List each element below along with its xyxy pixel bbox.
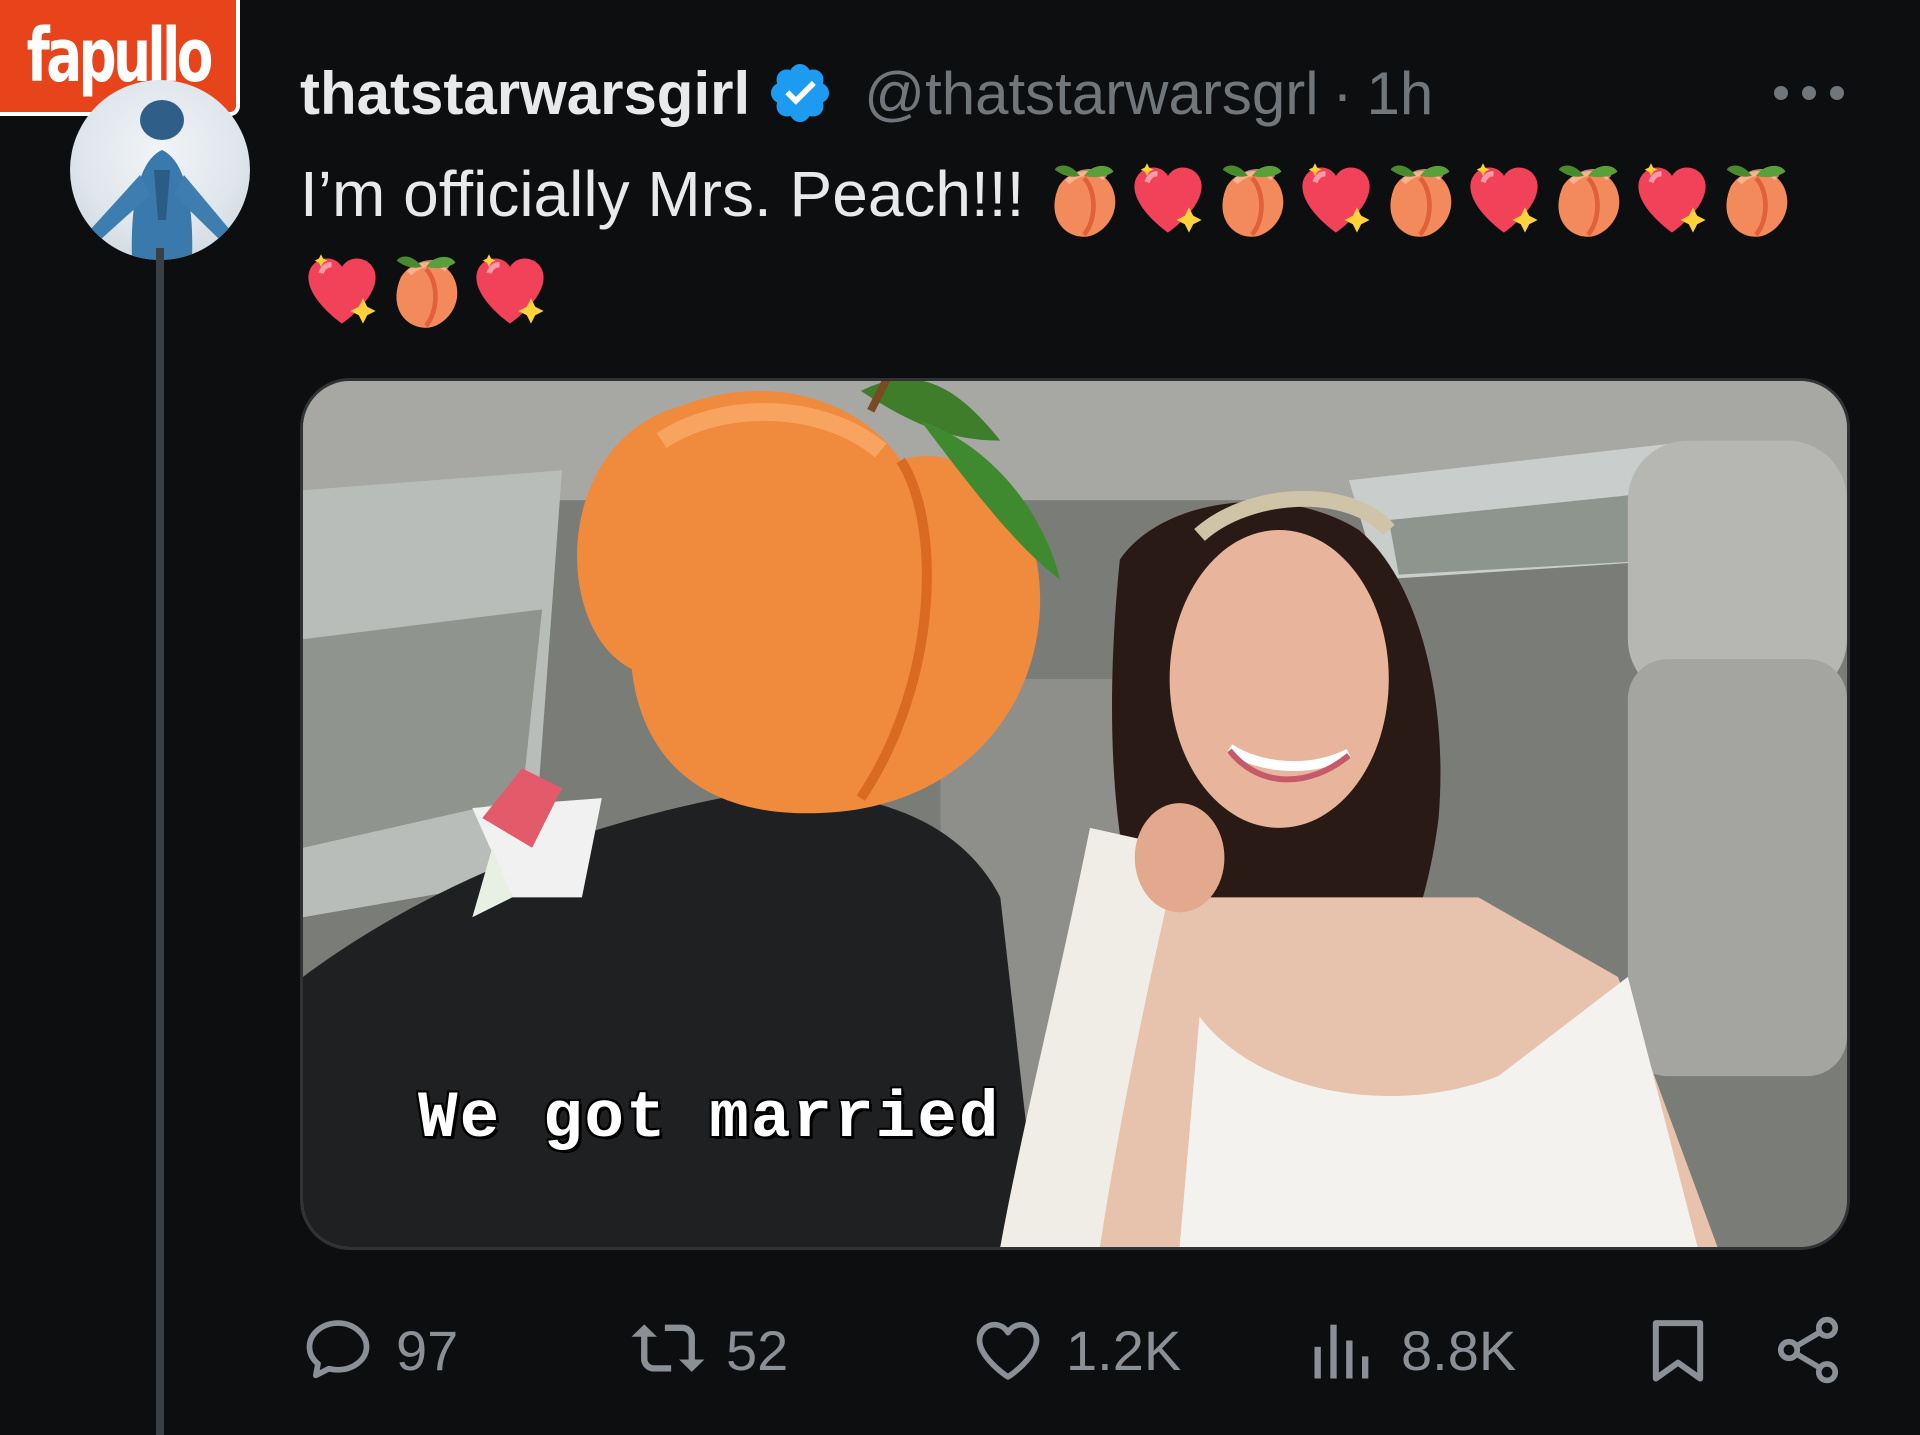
bookmark-icon xyxy=(1652,1320,1704,1382)
views-button[interactable]: 8.8K xyxy=(1305,1310,1516,1390)
sparkling-heart-emoji-icon xyxy=(1294,157,1378,241)
post-media-image[interactable]: We got married xyxy=(300,378,1850,1250)
reply-count: 97 xyxy=(396,1318,459,1382)
sparkling-heart-emoji-icon xyxy=(1126,157,1210,241)
views-count: 8.8K xyxy=(1401,1318,1517,1382)
peach-emoji-icon xyxy=(1546,157,1630,241)
post-text: I’m officially Mrs. Peach!!! xyxy=(300,150,1820,332)
peach-emoji-icon xyxy=(1378,157,1462,241)
peach-emoji-icon xyxy=(1210,157,1294,241)
sparkling-heart-emoji-icon xyxy=(300,248,384,332)
verified-badge-icon[interactable] xyxy=(766,59,834,127)
reply-button[interactable]: 97 xyxy=(300,1310,458,1390)
share-button[interactable] xyxy=(1770,1310,1846,1390)
sparkling-heart-emoji-icon xyxy=(1630,157,1714,241)
share-icon xyxy=(1777,1316,1839,1384)
user-handle[interactable]: @thatstarwarsgrl xyxy=(864,59,1318,128)
avatar[interactable] xyxy=(70,80,250,260)
views-chart-icon xyxy=(1314,1324,1369,1379)
sparkling-heart-emoji-icon xyxy=(1462,157,1546,241)
thread-line xyxy=(156,248,164,1435)
action-bar: 97 52 1.2K 8.8K xyxy=(300,1310,1850,1390)
sparkling-heart-emoji-icon xyxy=(468,248,552,332)
peach-emoji-icon xyxy=(1714,157,1798,241)
post-text-content: I’m officially Mrs. Peach!!! xyxy=(300,158,1025,230)
peach-emoji-icon xyxy=(384,248,468,332)
more-options-icon[interactable] xyxy=(1774,82,1844,104)
bookmark-button[interactable] xyxy=(1640,1310,1716,1390)
repost-icon xyxy=(631,1324,705,1372)
repost-button[interactable]: 52 xyxy=(630,1310,788,1390)
display-name[interactable]: thatstarwarsgirl xyxy=(300,59,750,128)
heart-icon xyxy=(976,1321,1040,1380)
repost-count: 52 xyxy=(726,1318,789,1382)
peach-emoji-icon xyxy=(1042,157,1126,241)
avatar-image xyxy=(90,100,230,260)
like-count: 1.2K xyxy=(1066,1318,1182,1382)
like-button[interactable]: 1.2K xyxy=(970,1310,1181,1390)
post-time[interactable]: 1h xyxy=(1367,59,1434,128)
separator-dot: · xyxy=(1332,59,1353,127)
post-header: thatstarwarsgirl @thatstarwarsgrl · 1h xyxy=(300,58,1433,128)
media-caption: We got married xyxy=(418,1081,1001,1156)
reply-icon xyxy=(306,1320,370,1379)
